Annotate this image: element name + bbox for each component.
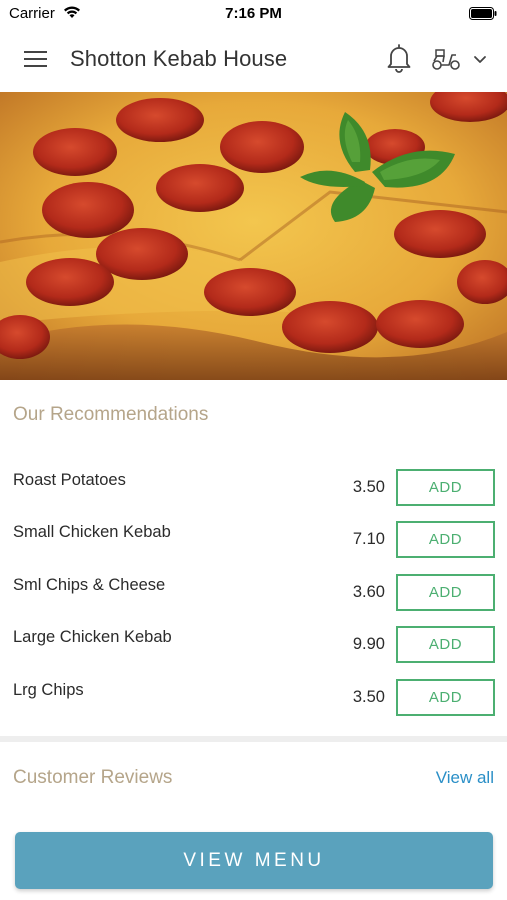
item-price: 9.90 xyxy=(352,635,385,653)
item-price: 3.60 xyxy=(352,583,385,601)
reviews-title: Customer Reviews xyxy=(13,767,173,788)
view-all-link[interactable]: View all xyxy=(436,768,494,788)
clock: 7:16 PM xyxy=(225,5,282,22)
list-item: Lrg Chips 3.50 ADD xyxy=(0,679,507,733)
list-item: Large Chicken Kebab 9.90 ADD xyxy=(0,626,507,680)
view-menu-button[interactable]: VIEW MENU xyxy=(15,832,493,889)
item-name: Large Chicken Kebab xyxy=(13,628,172,646)
item-name: Sml Chips & Cheese xyxy=(13,576,166,594)
menu-icon[interactable] xyxy=(24,50,48,68)
app-header: Shotton Kebab House xyxy=(0,28,507,92)
chevron-down-icon[interactable] xyxy=(473,55,487,65)
list-item: Sml Chips & Cheese 3.60 ADD xyxy=(0,574,507,628)
add-button[interactable]: ADD xyxy=(396,469,495,506)
pizza-illustration xyxy=(0,92,507,380)
recommendations-title: Our Recommendations xyxy=(13,404,209,425)
add-button[interactable]: ADD xyxy=(396,626,495,663)
item-name: Small Chicken Kebab xyxy=(13,523,171,541)
bell-icon[interactable] xyxy=(386,43,412,73)
hero-image xyxy=(0,92,507,380)
item-price: 3.50 xyxy=(352,688,385,706)
item-name: Roast Potatoes xyxy=(13,471,126,489)
add-button[interactable]: ADD xyxy=(396,679,495,716)
scooter-icon[interactable] xyxy=(430,47,462,71)
list-item: Small Chicken Kebab 7.10 ADD xyxy=(0,521,507,575)
add-button[interactable]: ADD xyxy=(396,574,495,611)
section-divider xyxy=(0,736,507,742)
add-button[interactable]: ADD xyxy=(396,521,495,558)
item-price: 7.10 xyxy=(352,530,385,548)
page-title: Shotton Kebab House xyxy=(70,46,288,71)
list-item: Roast Potatoes 3.50 ADD xyxy=(0,469,507,523)
item-price: 3.50 xyxy=(352,478,385,496)
battery-icon xyxy=(469,7,497,20)
status-bar: Carrier 7:16 PM xyxy=(0,0,507,28)
item-name: Lrg Chips xyxy=(13,681,84,699)
